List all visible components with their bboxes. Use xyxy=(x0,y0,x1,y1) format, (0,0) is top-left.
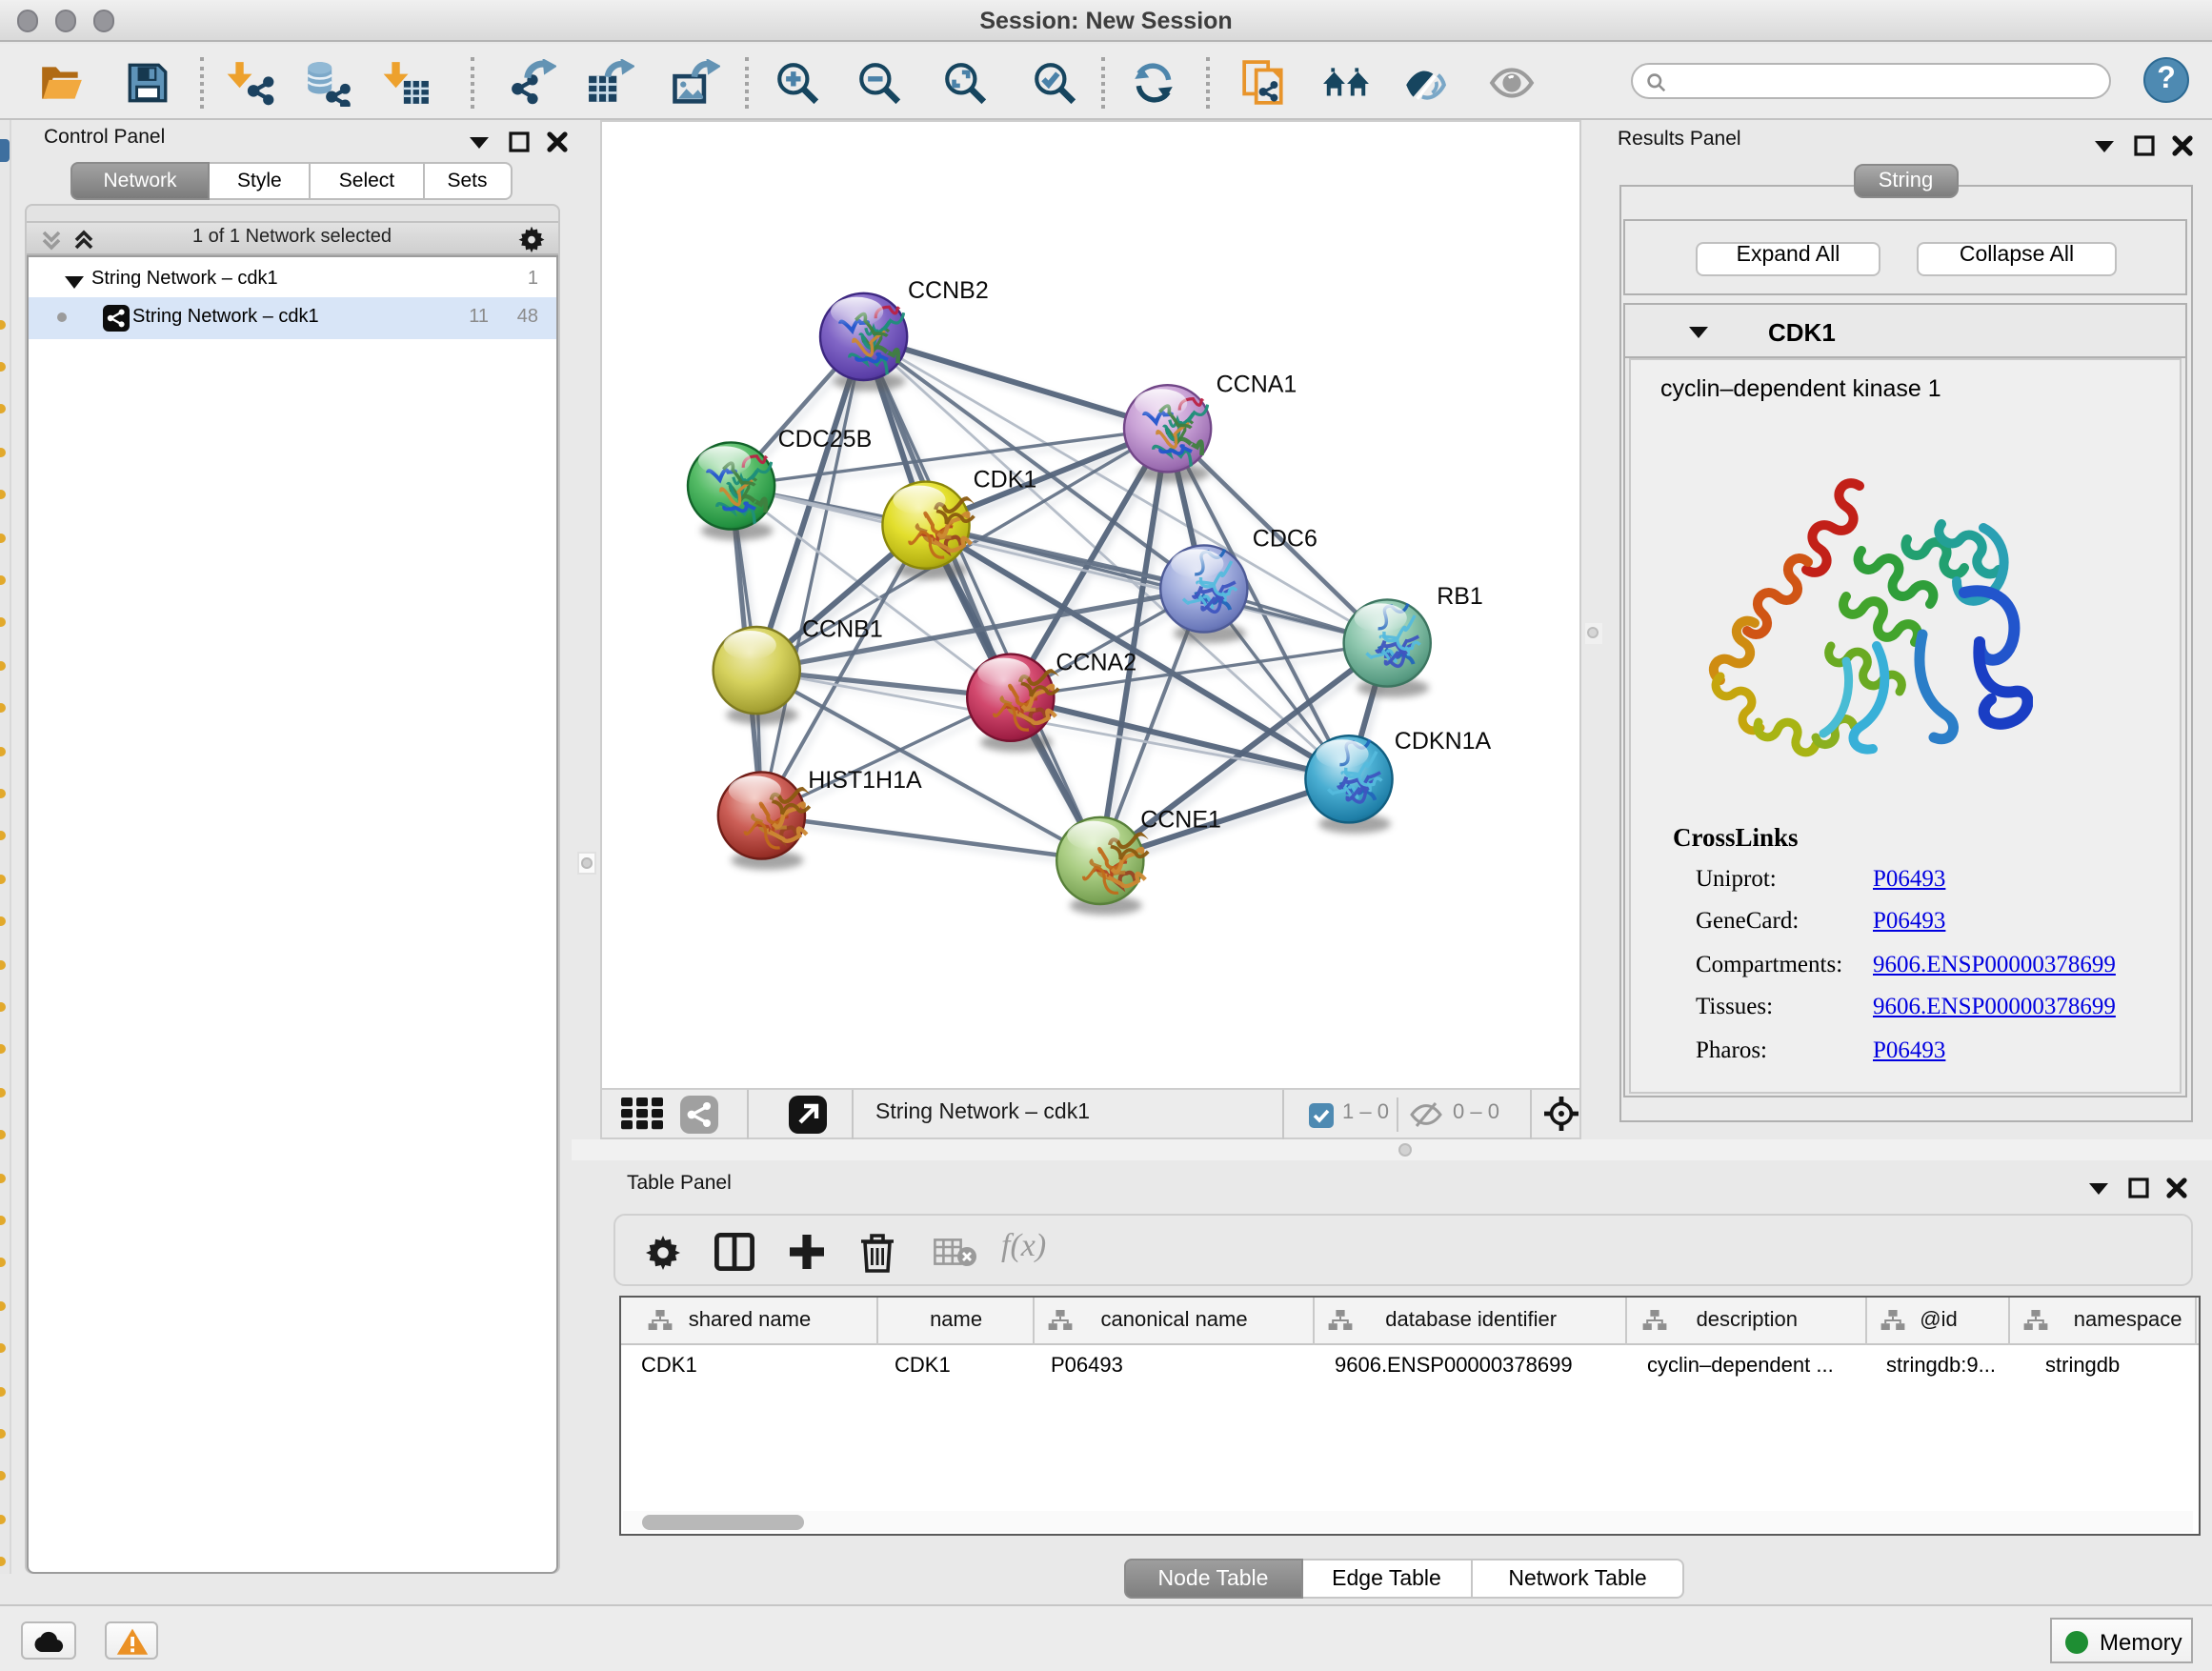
svg-text:CCNB1: CCNB1 xyxy=(801,615,882,642)
svg-text:HIST1H1A: HIST1H1A xyxy=(807,766,921,793)
svg-text:CCNA2: CCNA2 xyxy=(1055,649,1136,675)
svg-text:CCNE1: CCNE1 xyxy=(1139,805,1220,832)
svg-text:CCNB2: CCNB2 xyxy=(907,276,988,303)
svg-text:CDK1: CDK1 xyxy=(973,465,1036,492)
svg-text:CDC6: CDC6 xyxy=(1252,525,1317,552)
svg-text:RB1: RB1 xyxy=(1436,582,1482,609)
svg-text:CDC25B: CDC25B xyxy=(777,425,872,452)
svg-text:CCNA1: CCNA1 xyxy=(1216,371,1297,397)
svg-text:CDKN1A: CDKN1A xyxy=(1394,727,1491,754)
